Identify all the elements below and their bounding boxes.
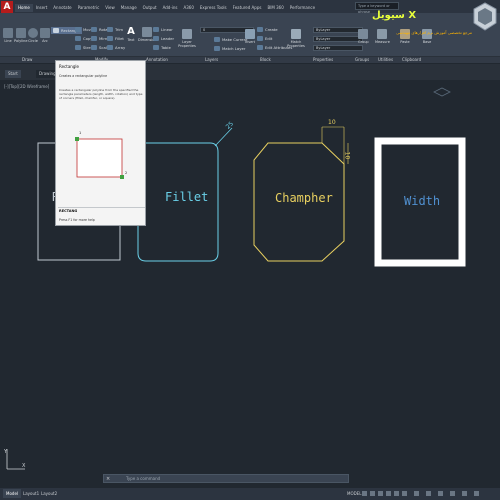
tooltip-illustration-rect — [76, 138, 123, 178]
polar-icon[interactable] — [386, 491, 391, 496]
svg-text:X: X — [22, 463, 26, 469]
tooltip-description: Creates a rectangular polyline — [59, 74, 108, 78]
brand-logo — [473, 2, 497, 31]
tooltip-title: Rectangle — [59, 64, 79, 69]
tooltip-corner-1-icon — [75, 137, 79, 141]
snap-icon[interactable] — [370, 491, 375, 496]
command-input[interactable]: Type a command — [126, 476, 160, 481]
rectangle-tooltip: Rectangle Creates a rectangular polyline… — [55, 60, 146, 226]
tooltip-illustration — [75, 137, 124, 179]
view-cube[interactable] — [430, 84, 454, 108]
chamfer-side-value: 10 — [343, 151, 351, 160]
champher-text: Champher — [275, 191, 333, 205]
tooltip-corner-2-icon — [120, 175, 124, 179]
tooltip-divider — [58, 207, 145, 208]
osnap-icon[interactable] — [394, 491, 399, 496]
tooltip-point-1-label: 1 — [79, 131, 82, 135]
annotation-scale-icon[interactable] — [414, 491, 419, 496]
isolate-icon[interactable] — [438, 491, 443, 496]
customization-icon[interactable] — [474, 491, 479, 496]
fillet-text: Fillet — [165, 190, 209, 204]
clean-screen-icon[interactable] — [462, 491, 467, 496]
status-bar — [0, 488, 500, 500]
otrack-icon[interactable] — [402, 491, 407, 496]
tooltip-details: Creates a rectangular polyline from the … — [59, 88, 143, 100]
tab-layout2[interactable]: Layout2 — [38, 489, 60, 498]
grid-icon[interactable] — [362, 491, 367, 496]
hardware-acceleration-icon[interactable] — [450, 491, 455, 496]
tooltip-point-2-label: 2 — [125, 171, 128, 175]
banner-subtitle: مرجع تخصصی آموزش نرم افزارهای مهندسی — [396, 30, 472, 35]
tooltip-help: Press F1 for more help — [59, 218, 95, 222]
tooltip-command: RECTANG — [59, 209, 78, 213]
workspace-icon[interactable] — [426, 491, 431, 496]
command-line-close-icon[interactable]: × — [106, 476, 110, 482]
command-line[interactable]: × Type a command — [103, 474, 349, 483]
ucs-icon: Y X — [3, 449, 26, 470]
ortho-icon[interactable] — [378, 491, 383, 496]
tab-model[interactable]: Model — [3, 489, 22, 498]
width-text: Width — [404, 194, 441, 208]
chamfer-top-value: 10 — [328, 119, 336, 126]
